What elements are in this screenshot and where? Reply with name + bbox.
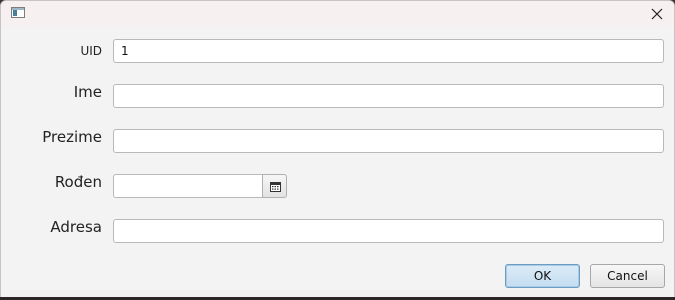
- adresa-field[interactable]: [113, 219, 664, 243]
- title-bar: [1, 1, 674, 27]
- ok-button[interactable]: OK: [505, 264, 580, 288]
- app-icon: [11, 7, 25, 18]
- calendar-button[interactable]: [262, 174, 287, 198]
- roden-label: Rođen: [54, 173, 102, 191]
- roden-date-field[interactable]: [113, 174, 262, 198]
- ime-label: Ime: [73, 83, 102, 101]
- uid-label: UID: [80, 44, 102, 58]
- roden-date-picker: [113, 174, 287, 198]
- close-icon: [651, 8, 663, 20]
- close-button[interactable]: [642, 1, 672, 27]
- adresa-label: Adresa: [50, 218, 102, 236]
- ime-field[interactable]: [113, 84, 664, 108]
- cancel-button[interactable]: Cancel: [590, 264, 665, 288]
- prezime-field[interactable]: [113, 129, 664, 153]
- calendar-icon: [270, 182, 281, 192]
- dialog-window: UID Ime Prezime Rođen Adresa OK Cancel: [0, 0, 675, 298]
- uid-field[interactable]: [113, 39, 664, 63]
- prezime-label: Prezime: [42, 128, 102, 146]
